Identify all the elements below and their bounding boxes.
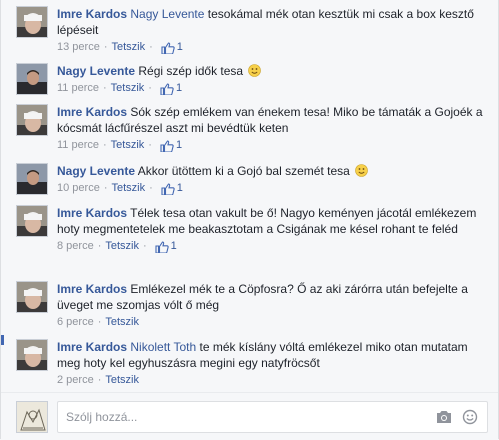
smiley-icon (248, 64, 262, 77)
comment-text: Imre Kardos Sók szép emlékem van énekem … (57, 104, 488, 136)
avatar[interactable] (16, 6, 48, 38)
current-user-avatar[interactable] (16, 401, 48, 433)
separator: · (103, 139, 107, 151)
thumbs-up-icon[interactable] (161, 41, 175, 54)
smiley-icon (355, 164, 368, 177)
like-link[interactable]: Tetszik (111, 82, 145, 95)
separator: · (103, 41, 108, 53)
comment-meta: 8 perce · Tetszik · 1 (57, 240, 488, 253)
like-count[interactable]: 1 (176, 82, 182, 95)
like-count[interactable]: 1 (177, 182, 183, 195)
like-count[interactable]: 1 (177, 41, 183, 54)
separator: · (97, 316, 102, 328)
avatar[interactable] (16, 205, 48, 237)
separator: · (97, 374, 102, 386)
comment-text: Imre Kardos Nagy Levente tesokámal mék o… (57, 6, 488, 38)
comment-meta: 6 perce · Tetszik (57, 316, 488, 329)
separator: · (103, 82, 107, 94)
comment-meta: 11 perce · Tetszik · 1 (57, 139, 488, 152)
separator: · (143, 240, 147, 252)
separator: · (97, 240, 102, 252)
comment-time[interactable]: 11 perce (57, 82, 99, 95)
comment-time[interactable]: 2 perce (57, 374, 94, 387)
comment-meta: 10 perce · Tetszik · 1 (57, 182, 488, 195)
tagged-user[interactable]: Nagy Levente (130, 7, 204, 21)
separator: · (148, 139, 152, 151)
comment-author[interactable]: Imre Kardos (57, 282, 127, 296)
comment-time[interactable]: 11 perce (57, 139, 99, 152)
comment-text: Imre Kardos Emlékezel mék te a Cöpfosra?… (57, 281, 488, 313)
comment-message: Akkor ütöttem ki a Gojó bal szemét tesa (135, 164, 350, 178)
comment-text: Nagy Levente Akkor ütöttem ki a Gojó bal… (57, 163, 488, 179)
comment-text: Nagy Levente Régi szép idők tesa (57, 63, 488, 79)
comment-author[interactable]: Imre Kardos (57, 206, 127, 220)
separator: · (149, 41, 153, 53)
like-link[interactable]: Tetszik (111, 182, 145, 195)
comment-meta: 2 perce · Tetszik (57, 374, 488, 387)
camera-icon[interactable] (435, 409, 453, 425)
comment-time[interactable]: 8 perce (57, 240, 94, 253)
comment-time[interactable]: 13 perce (57, 41, 100, 54)
thumbs-up-icon[interactable] (160, 82, 174, 95)
comment-text: Imre Kardos Nikolett Toth te mék kíslány… (57, 339, 488, 371)
like-link[interactable]: Tetszik (105, 374, 139, 387)
avatar[interactable] (16, 63, 48, 95)
comments-panel: Imre Kardos Nagy Levente tesokámal mék o… (0, 0, 499, 439)
separator: · (149, 182, 153, 194)
like-count[interactable]: 1 (171, 240, 177, 253)
comment-author[interactable]: Nagy Levente (57, 164, 135, 178)
comment-text: Imre Kardos Télek tesa otan vakult be ő!… (57, 205, 488, 237)
avatar[interactable] (16, 339, 48, 371)
comment-message: Régi szép idők tesa (135, 64, 244, 78)
thumbs-up-icon[interactable] (161, 182, 175, 195)
thumbs-up-icon[interactable] (160, 139, 174, 152)
like-link[interactable]: Tetszik (105, 316, 139, 329)
sticker-icon[interactable] (461, 409, 479, 425)
like-count[interactable]: 1 (176, 139, 182, 152)
comment-author[interactable]: Imre Kardos (57, 7, 127, 21)
like-link[interactable]: Tetszik (111, 41, 145, 54)
avatar[interactable] (16, 281, 48, 313)
avatar[interactable] (16, 163, 48, 195)
avatar[interactable] (16, 104, 48, 136)
tagged-user[interactable]: Nikolett Toth (130, 340, 196, 354)
comment-time[interactable]: 6 perce (57, 316, 94, 329)
comment-author[interactable]: Imre Kardos (57, 105, 127, 119)
separator: · (148, 82, 152, 94)
reply-bar (1, 392, 498, 439)
like-link[interactable]: Tetszik (111, 139, 145, 152)
comment-author[interactable]: Imre Kardos (57, 340, 127, 354)
comment-meta: 13 perce · Tetszik · 1 (57, 41, 488, 54)
separator: · (103, 182, 108, 194)
comment-meta: 11 perce · Tetszik · 1 (57, 82, 488, 95)
comment-input-box[interactable] (57, 401, 488, 433)
comment-time[interactable]: 10 perce (57, 182, 100, 195)
thumbs-up-icon[interactable] (155, 240, 169, 253)
comment-input[interactable] (64, 409, 435, 425)
like-link[interactable]: Tetszik (105, 240, 139, 253)
comment-author[interactable]: Nagy Levente (57, 64, 135, 78)
